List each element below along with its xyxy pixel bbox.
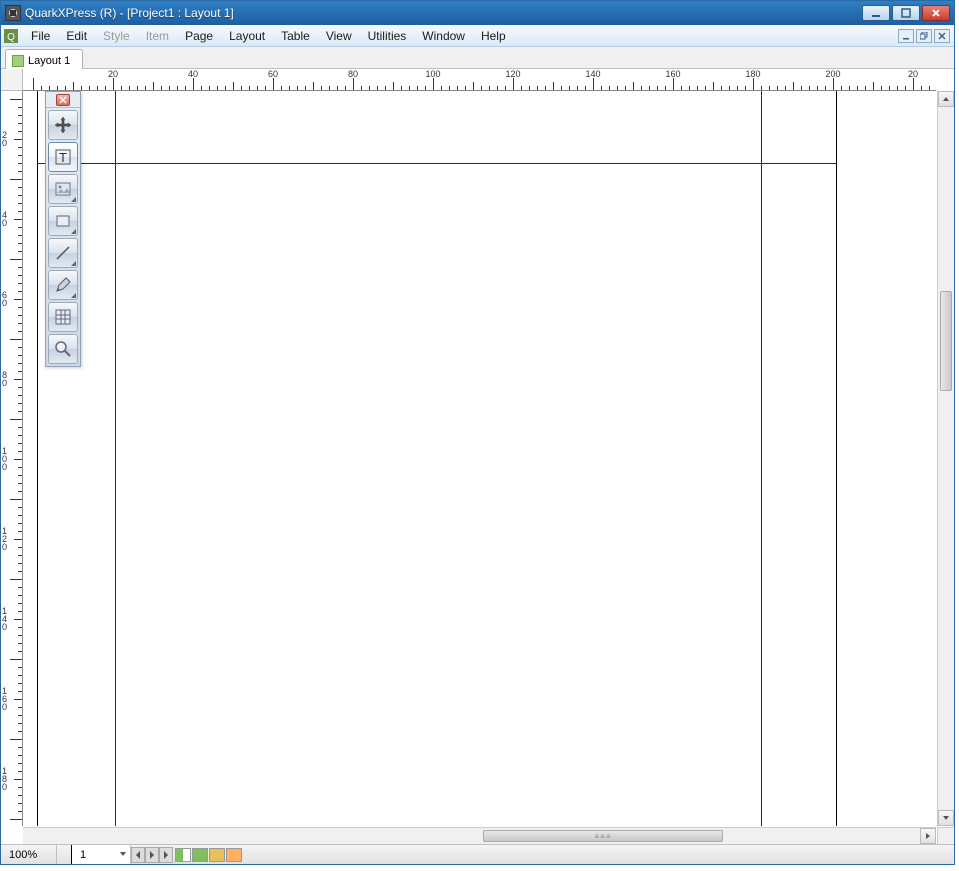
menu-help[interactable]: Help bbox=[473, 27, 514, 45]
scroll-down-button[interactable] bbox=[938, 810, 954, 826]
ruler-h-label: 200 bbox=[825, 69, 840, 79]
zoom-field[interactable]: 100% bbox=[1, 845, 57, 864]
ruler-origin[interactable] bbox=[1, 69, 23, 91]
horizontal-scrollbar[interactable]: ≡≡≡ bbox=[23, 827, 936, 844]
last-page-button[interactable] bbox=[159, 847, 173, 863]
page[interactable] bbox=[37, 91, 837, 826]
view-mode-split[interactable] bbox=[175, 848, 191, 862]
menu-window[interactable]: Window bbox=[414, 27, 473, 45]
layout-tab-strip: Layout 1 bbox=[1, 47, 954, 69]
scroll-corner bbox=[937, 827, 954, 844]
layout-tab-label: Layout 1 bbox=[28, 55, 70, 67]
maximize-button[interactable] bbox=[892, 5, 920, 21]
ruler-h-label: 60 bbox=[268, 69, 278, 79]
vertical-scrollbar[interactable] bbox=[937, 91, 954, 826]
window-title: QuarkXPress (R) - [Project1 : Layout 1] bbox=[25, 6, 862, 20]
tools-palette-close-button[interactable] bbox=[56, 94, 70, 106]
menu-style: Style bbox=[95, 27, 138, 45]
titlebar: QuarkXPress (R) - [Project1 : Layout 1] bbox=[1, 1, 954, 25]
ruler-h-label: 20 bbox=[908, 69, 918, 79]
app-icon bbox=[5, 5, 21, 21]
horizontal-scroll-thumb[interactable]: ≡≡≡ bbox=[483, 830, 723, 842]
ruler-v-label: 60 bbox=[2, 291, 7, 307]
ruler-v-label: 140 bbox=[2, 607, 7, 631]
page-value: 1 bbox=[80, 849, 86, 861]
workspace: 20 40 60 80 100 120 140 160 180 200 20 20 40 60 80 100… bbox=[1, 69, 954, 844]
menu-edit[interactable]: Edit bbox=[58, 27, 95, 45]
flyout-indicator-icon bbox=[71, 261, 76, 266]
ruler-v-label: 180 bbox=[2, 767, 7, 791]
menu-file[interactable]: File bbox=[23, 27, 58, 45]
box-tool[interactable] bbox=[48, 206, 78, 236]
ruler-h-label: 160 bbox=[665, 69, 680, 79]
application-window: QuarkXPress (R) - [Project1 : Layout 1] … bbox=[0, 0, 955, 865]
next-page-button[interactable] bbox=[145, 847, 159, 863]
svg-text:T: T bbox=[59, 150, 67, 165]
text-content-tool[interactable]: T bbox=[48, 142, 78, 172]
ruler-v-label: 40 bbox=[2, 211, 7, 227]
ruler-h-label: 180 bbox=[745, 69, 760, 79]
zoom-value: 100% bbox=[9, 849, 37, 861]
horizontal-ruler[interactable]: 20 40 60 80 100 120 140 160 180 200 20 bbox=[23, 69, 936, 91]
menu-item: Item bbox=[138, 27, 177, 45]
document-canvas[interactable] bbox=[23, 91, 936, 826]
vertical-scroll-thumb[interactable] bbox=[940, 291, 952, 391]
ruler-v-label: 160 bbox=[2, 687, 7, 711]
layout-tab-icon bbox=[12, 55, 24, 67]
ruler-v-label: 20 bbox=[2, 131, 7, 147]
page-field[interactable]: 1 bbox=[71, 845, 131, 864]
zoom-tool[interactable] bbox=[48, 334, 78, 364]
ruler-h-label: 20 bbox=[108, 69, 118, 79]
close-button[interactable] bbox=[922, 5, 950, 21]
prev-page-button[interactable] bbox=[131, 847, 145, 863]
ruler-h-label: 120 bbox=[505, 69, 520, 79]
vertical-ruler[interactable]: 20 40 60 80 100 120 140 160 180 bbox=[1, 91, 23, 826]
right-margin-guide bbox=[761, 91, 762, 826]
layout-tab[interactable]: Layout 1 bbox=[5, 49, 83, 69]
flyout-indicator-icon bbox=[71, 293, 76, 298]
flyout-indicator-icon bbox=[71, 229, 76, 234]
status-bar: 100% 1 bbox=[1, 844, 954, 864]
view-mode-yellow[interactable] bbox=[209, 848, 225, 862]
horizontal-scroll-track[interactable]: ≡≡≡ bbox=[323, 828, 920, 844]
ruler-h-label: 140 bbox=[585, 69, 600, 79]
ruler-h-label: 100 bbox=[425, 69, 440, 79]
ruler-h-label: 80 bbox=[348, 69, 358, 79]
table-tool[interactable] bbox=[48, 302, 78, 332]
menu-layout[interactable]: Layout bbox=[221, 27, 273, 45]
line-tool[interactable] bbox=[48, 238, 78, 268]
ruler-h-label: 40 bbox=[188, 69, 198, 79]
picture-content-tool[interactable] bbox=[48, 174, 78, 204]
view-mode-green[interactable] bbox=[192, 848, 208, 862]
scroll-up-button[interactable] bbox=[938, 91, 954, 107]
mdi-close-button[interactable] bbox=[934, 29, 950, 43]
mdi-minimize-button[interactable] bbox=[898, 29, 914, 43]
minimize-button[interactable] bbox=[862, 5, 890, 21]
mdi-window-buttons bbox=[898, 29, 952, 43]
menu-bar: Q FileEditStyleItemPageLayoutTableViewUt… bbox=[1, 25, 954, 47]
menu-utilities[interactable]: Utilities bbox=[360, 27, 415, 45]
ruler-v-label: 100 bbox=[2, 447, 7, 471]
menu-page[interactable]: Page bbox=[177, 27, 221, 45]
ruler-v-label: 80 bbox=[2, 371, 7, 387]
ruler-v-label: 120 bbox=[2, 527, 7, 551]
mdi-app-icon: Q bbox=[3, 28, 19, 44]
top-margin-guide bbox=[37, 163, 837, 164]
flyout-indicator-icon bbox=[71, 197, 76, 202]
scroll-right-button[interactable] bbox=[920, 828, 936, 844]
tools-palette-titlebar[interactable] bbox=[46, 92, 80, 108]
window-buttons bbox=[862, 5, 950, 21]
tools-palette[interactable]: T bbox=[45, 91, 81, 367]
left-margin-guide bbox=[115, 91, 116, 826]
mdi-restore-button[interactable] bbox=[916, 29, 932, 43]
view-mode-buttons bbox=[175, 848, 242, 862]
svg-text:Q: Q bbox=[7, 32, 15, 43]
menu-view[interactable]: View bbox=[318, 27, 360, 45]
item-tool[interactable] bbox=[48, 110, 78, 140]
view-mode-orange[interactable] bbox=[226, 848, 242, 862]
menu-table[interactable]: Table bbox=[273, 27, 318, 45]
pen-tool[interactable] bbox=[48, 270, 78, 300]
